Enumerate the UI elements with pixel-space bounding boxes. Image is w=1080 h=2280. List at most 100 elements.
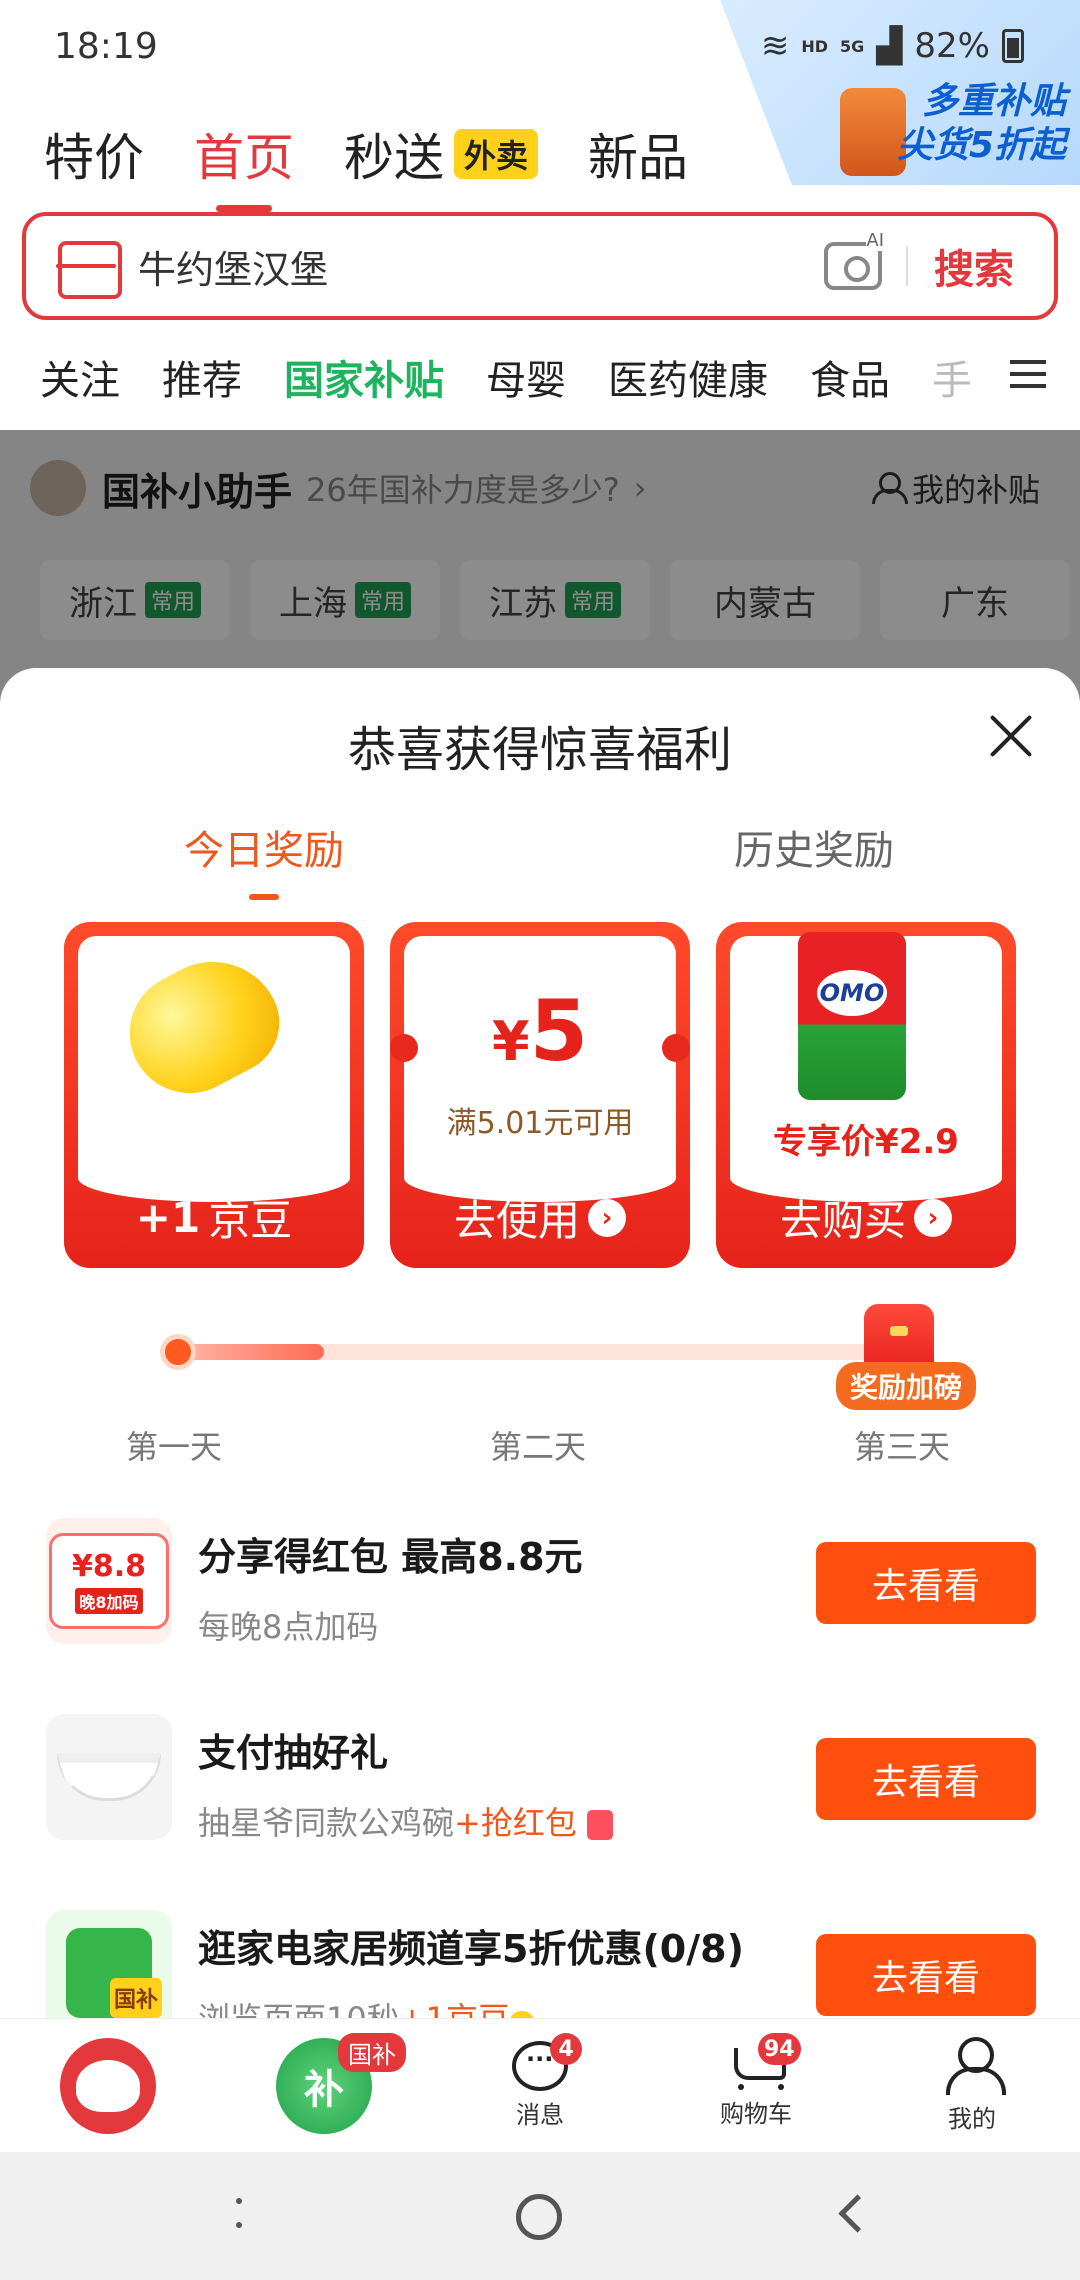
camera-search-icon[interactable]: AI (824, 230, 884, 290)
go-view-button[interactable]: 去看看 (816, 1934, 1036, 2016)
category-menu-icon[interactable] (1010, 360, 1046, 388)
recent-apps-icon[interactable] (216, 2192, 266, 2242)
message-count-badge: 4 (550, 2033, 582, 2065)
exclusive-price: 专享价¥2.9 (773, 1122, 959, 1162)
card-caption: +1 京豆 (64, 1187, 364, 1248)
bean-label: 京豆 (208, 1196, 293, 1245)
tab-today-rewards[interactable]: 今日奖励 (184, 818, 344, 876)
scan-icon[interactable] (56, 238, 122, 299)
system-nav-bar (0, 2152, 1080, 2280)
arrow-right-icon: › (588, 1198, 626, 1237)
tab-label: 特价 (44, 129, 144, 187)
progress-current-dot (160, 1334, 196, 1370)
nav-label: 消息 (516, 2101, 564, 2129)
battery-icon (1002, 29, 1024, 63)
bottom-nav: 补 国补 4 消息 94 购物车 我的 (0, 2018, 1080, 2152)
promo-text: 多重补贴 尖货5折起 (897, 80, 1066, 168)
jd-logo-icon (60, 2037, 156, 2134)
nav-me[interactable]: 我的 (864, 2019, 1080, 2152)
nav-home[interactable] (0, 2019, 216, 2152)
go-view-button[interactable]: 去看看 (816, 1542, 1036, 1624)
progress-track (176, 1344, 916, 1360)
task-title: 逛家电家居频道享5折优惠(0/8) (198, 1927, 744, 1971)
rooster-bowl-image (57, 1753, 161, 1801)
task-subtitle: 抽星爷同款公鸡碗 (198, 1804, 455, 1842)
day-label-2: 第二天 (490, 1428, 587, 1466)
modal-title: 恭喜获得惊喜福利 (347, 722, 732, 778)
card-coupon[interactable]: ¥5 满5.01元可用 去使用 › (390, 922, 690, 1268)
card-jd-bean[interactable]: +1 京豆 (64, 922, 364, 1268)
search-button[interactable]: 搜索 (934, 237, 1014, 295)
task-title: 支付抽好礼 (198, 1731, 389, 1775)
tab-new-products[interactable]: 新品 (588, 118, 688, 190)
category-recommend[interactable]: 推荐 (162, 348, 242, 406)
signal-5g-indicator: 5G (840, 36, 865, 56)
coupon-notch (390, 1034, 418, 1062)
status-icons: ≋ HD 5G ▟ 82% (761, 26, 1024, 66)
close-icon[interactable] (988, 712, 1034, 758)
category-mother-baby[interactable]: 母婴 (486, 348, 566, 406)
task-title: 分享得红包 最高8.8元 (198, 1535, 583, 1579)
tab-history-rewards[interactable]: 历史奖励 (734, 818, 894, 876)
hd-indicator: HD (801, 36, 828, 56)
coupon-condition: 满5.01元可用 (446, 1106, 634, 1141)
tab-label: 首页 (194, 129, 294, 187)
nav-national-subsidy[interactable]: 补 国补 (216, 2019, 432, 2152)
nav-label: 购物车 (720, 2100, 792, 2128)
ai-label: AI (866, 230, 884, 251)
tab-label: 秒送 (344, 129, 444, 187)
category-national-subsidy[interactable]: 国家补贴 (284, 348, 444, 406)
detergent-product-image: OMO (798, 932, 906, 1100)
card-product[interactable]: OMO 专享价¥2.9 去购买 › (716, 922, 1016, 1268)
tab-label: 新品 (588, 129, 689, 187)
coupon-amount: ¥5 (390, 982, 690, 1080)
task-thumbnail (46, 1714, 172, 1840)
nav-cart[interactable]: 94 购物车 (648, 2019, 864, 2152)
tab-special-price[interactable]: 特价 (44, 118, 144, 190)
day-label-3: 第三天 (854, 1428, 951, 1466)
profile-icon (946, 2037, 1006, 2095)
cart-count-badge: 94 (758, 2033, 801, 2065)
tab-home[interactable]: 首页 (194, 118, 294, 190)
home-icon[interactable] (516, 2194, 562, 2240)
go-view-button[interactable]: 去看看 (816, 1738, 1036, 1820)
subsidy-badge: 国补 (338, 2033, 406, 2072)
divider (906, 246, 908, 286)
promo-line-2: 尖货5折起 (896, 125, 1066, 166)
category-medicine-health[interactable]: 医药健康 (608, 348, 768, 406)
progress-fill (176, 1344, 324, 1360)
category-food[interactable]: 食品 (810, 348, 890, 406)
back-icon[interactable] (828, 2192, 878, 2242)
use-coupon-button[interactable]: 去使用 › (390, 1187, 690, 1248)
arrow-right-icon: › (914, 1198, 952, 1237)
reward-cards: +1 京豆 ¥5 满5.01元可用 去使用 › OMO 专享价¥2.9 去购买 › (64, 922, 1016, 1268)
signal-icon: ▟ (876, 26, 903, 66)
omo-logo: OMO (817, 970, 887, 1016)
category-more[interactable]: 手 (932, 348, 972, 406)
currency-symbol: ¥ (491, 1010, 530, 1073)
use-label: 去使用 (453, 1196, 580, 1245)
tab-instant-delivery[interactable]: 秒送 外卖 (344, 118, 539, 190)
search-input[interactable]: 牛约堡汉堡 (138, 239, 824, 294)
task-subtitle-row: 抽星爷同款公鸡碗+抢红包 (198, 1798, 614, 1844)
buy-button[interactable]: 去购买 › (716, 1187, 1016, 1248)
category-follow[interactable]: 关注 (40, 348, 120, 406)
top-tabs: 特价 首页 秒送 外卖 新品 (44, 118, 688, 190)
search-bar[interactable]: 牛约堡汉堡 AI 搜索 (22, 212, 1058, 320)
battery-percent: 82% (914, 26, 990, 66)
status-time: 18:19 (54, 26, 158, 67)
bean-plus: +1 (135, 1193, 201, 1242)
task-thumbnail: ¥8.8 晚8加码 (46, 1518, 172, 1644)
coupon-notch (662, 1034, 690, 1062)
buy-label: 去购买 (779, 1196, 906, 1245)
red-packet-icon (587, 1810, 614, 1840)
task-pay-lottery: 支付抽好礼 抽星爷同款公鸡碗+抢红包 去看看 (46, 1714, 1036, 1844)
subsidy-tag-image (66, 1928, 162, 2018)
redpack-caption: 晚8加码 (75, 1587, 143, 1614)
nav-messages[interactable]: 4 消息 (432, 2019, 648, 2152)
category-tabs: 关注 推荐 国家补贴 母婴 医药健康 食品 手 (40, 348, 1050, 406)
reward-boost-badge: 奖励加磅 (836, 1362, 977, 1410)
promo-line-1: 多重补贴 (921, 81, 1066, 122)
redpack-image: ¥8.8 晚8加码 (49, 1533, 169, 1629)
redpack-amount: ¥8.8 (71, 1548, 147, 1584)
